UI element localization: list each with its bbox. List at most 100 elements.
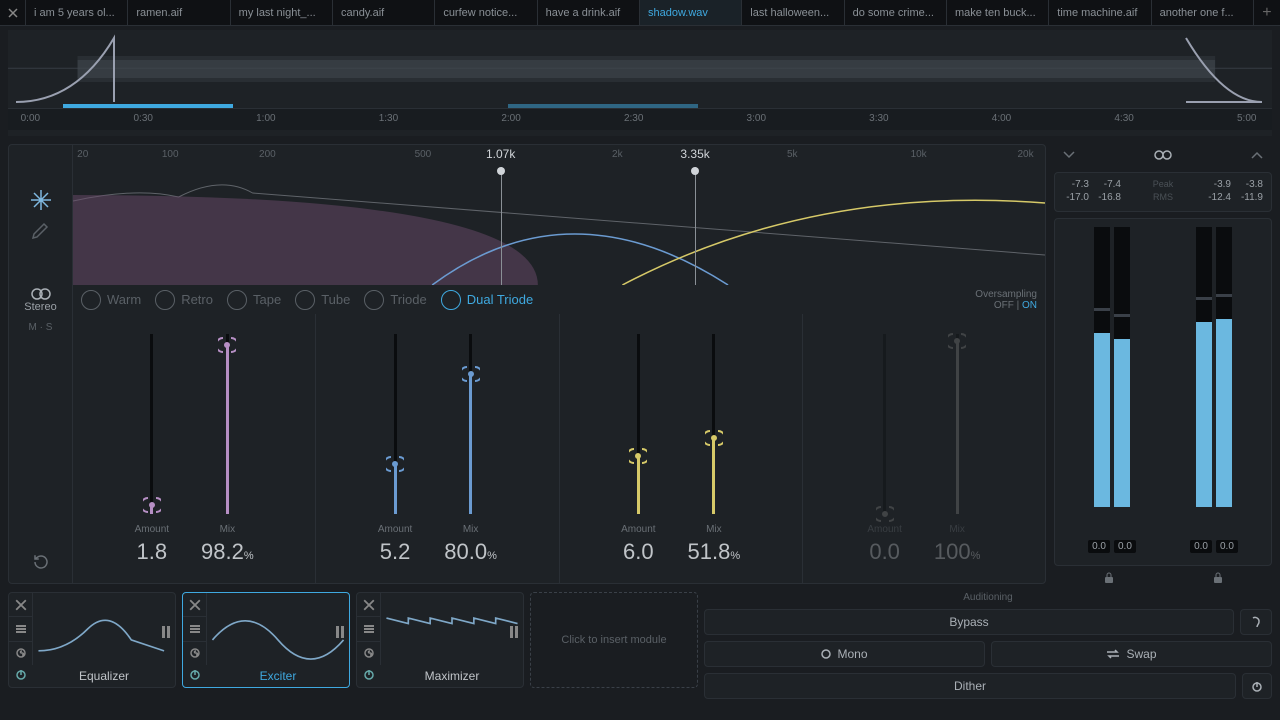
stereo-mode-toggle[interactable]: Stereo [9, 285, 73, 314]
exciter-band-1: Amount1.8Mix98.2% [73, 314, 316, 583]
ruler-tick: 0:30 [134, 113, 153, 124]
waveform-overview[interactable]: 0:000:301:001:302:002:303:003:304:004:30… [8, 30, 1272, 136]
ruler-tick: 2:30 [624, 113, 643, 124]
amount-label: Amount [621, 524, 655, 535]
file-tab[interactable]: time machine.aif [1049, 0, 1151, 25]
close-icon[interactable] [357, 593, 380, 617]
exciter-mode-tape[interactable]: Tape [227, 290, 281, 310]
add-tab-button[interactable]: + [1254, 0, 1280, 25]
solo-icon[interactable] [9, 642, 32, 665]
insert-module-slot[interactable]: Click to insert module [530, 592, 698, 688]
exciter-mode-dual-triode[interactable]: Dual Triode [441, 290, 533, 310]
exciter-mode-warm[interactable]: Warm [81, 290, 141, 310]
solo-icon[interactable] [183, 642, 206, 665]
mix-slider[interactable] [956, 334, 959, 514]
mix-value: 51.8% [688, 539, 741, 565]
file-tab[interactable]: do some crime... [845, 0, 947, 25]
mix-label: Mix [463, 524, 479, 535]
exciter-band-3: Amount6.0Mix51.8% [560, 314, 803, 583]
file-tab[interactable]: curfew notice... [435, 0, 537, 25]
file-tab[interactable]: ramen.aif [128, 0, 230, 25]
oversampling-toggle[interactable]: Oversampling OFF | ON [975, 289, 1037, 311]
amount-label: Amount [867, 524, 901, 535]
spectrum-display[interactable]: 201002005002k5k10k20k1.07k3.35k [73, 145, 1045, 285]
mix-slider[interactable] [226, 334, 229, 514]
amount-slider[interactable] [883, 334, 886, 514]
pause-icon[interactable] [161, 625, 171, 643]
lock-icon[interactable] [1212, 572, 1224, 584]
solo-icon[interactable] [357, 642, 380, 665]
file-tab[interactable]: make ten buck... [947, 0, 1049, 25]
mix-slider[interactable] [469, 334, 472, 514]
auditioning-label: Auditioning [704, 592, 1272, 603]
ruler-tick: 1:00 [256, 113, 275, 124]
chevron-down-icon[interactable] [1062, 150, 1076, 160]
amount-slider[interactable] [637, 334, 640, 514]
file-tab[interactable]: last halloween... [742, 0, 844, 25]
close-icon[interactable] [183, 593, 206, 617]
crossover-handle[interactable] [497, 167, 505, 175]
amount-value: 1.8 [137, 539, 168, 565]
amount-value: 0.0 [869, 539, 900, 565]
pen-icon[interactable] [29, 218, 53, 242]
reset-icon[interactable] [32, 553, 50, 571]
output-meter[interactable]: 0.00.0 [1163, 227, 1265, 557]
list-icon[interactable] [357, 617, 380, 641]
mix-label: Mix [220, 524, 236, 535]
exciter-mode-triode[interactable]: Triode [364, 290, 426, 310]
list-icon[interactable] [183, 617, 206, 641]
chevron-up-icon[interactable] [1250, 150, 1264, 160]
mono-button[interactable]: Mono [704, 641, 985, 667]
pause-icon[interactable] [509, 625, 519, 643]
freq-label: 100 [162, 149, 179, 160]
exciter-mode-tube[interactable]: Tube [295, 290, 350, 310]
freq-label: 500 [415, 149, 432, 160]
file-tab[interactable]: another one f... [1152, 0, 1254, 25]
power-icon[interactable] [1242, 673, 1272, 699]
amount-label: Amount [378, 524, 412, 535]
ruler-tick: 5:00 [1237, 113, 1256, 124]
file-tab[interactable]: shadow.wav [640, 0, 742, 25]
power-icon[interactable] [183, 667, 207, 685]
exciter-panel: 201002005002k5k10k20k1.07k3.35k Stereo W… [8, 144, 1046, 584]
mix-slider[interactable] [712, 334, 715, 514]
amount-slider[interactable] [394, 334, 397, 514]
exciter-band-2: Amount5.2Mix80.0% [316, 314, 559, 583]
file-tab[interactable]: candy.aif [333, 0, 435, 25]
power-icon[interactable] [357, 667, 381, 685]
ear-icon[interactable] [1240, 609, 1272, 635]
freq-label: 20k [1017, 149, 1033, 160]
lock-icon[interactable] [1103, 572, 1115, 584]
close-tab-button[interactable] [0, 0, 26, 25]
input-meter[interactable]: 0.00.0 [1061, 227, 1163, 557]
pause-icon[interactable] [335, 625, 345, 643]
crossover-label: 3.35k [680, 147, 709, 161]
close-icon[interactable] [9, 593, 32, 617]
list-icon[interactable] [9, 617, 32, 641]
mix-value: 100% [934, 539, 981, 565]
link-icon[interactable] [1153, 149, 1173, 161]
star-icon[interactable] [29, 188, 53, 212]
exciter-mode-retro[interactable]: Retro [155, 290, 213, 310]
ruler-tick: 4:00 [992, 113, 1011, 124]
amount-label: Amount [135, 524, 169, 535]
power-icon[interactable] [9, 667, 33, 685]
module-exciter[interactable]: Exciter [182, 592, 350, 688]
ms-label: M · S [29, 322, 53, 333]
file-tab[interactable]: have a drink.aif [538, 0, 640, 25]
timeline-ruler[interactable]: 0:000:301:001:302:002:303:003:304:004:30… [8, 108, 1272, 130]
dither-button[interactable]: Dither [704, 673, 1236, 699]
crossover-handle[interactable] [691, 167, 699, 175]
mix-label: Mix [949, 524, 965, 535]
file-tab[interactable]: i am 5 years ol... [26, 0, 128, 25]
amount-slider[interactable] [150, 334, 153, 514]
mix-label: Mix [706, 524, 722, 535]
file-tabs: i am 5 years ol...ramen.aifmy last night… [0, 0, 1280, 26]
file-tab[interactable]: my last night_... [231, 0, 333, 25]
ruler-tick: 0:00 [21, 113, 40, 124]
module-equalizer[interactable]: Equalizer [8, 592, 176, 688]
module-maximizer[interactable]: Maximizer [356, 592, 524, 688]
bypass-button[interactable]: Bypass [704, 609, 1234, 635]
swap-button[interactable]: Swap [991, 641, 1272, 667]
ruler-tick: 2:00 [501, 113, 520, 124]
